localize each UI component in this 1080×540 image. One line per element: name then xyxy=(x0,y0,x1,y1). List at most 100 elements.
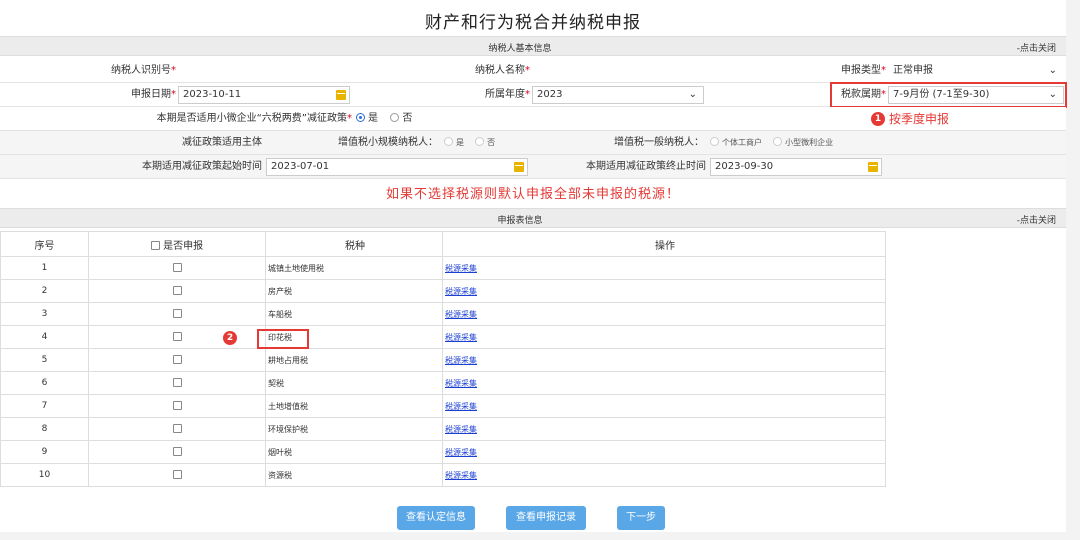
collect-source-link[interactable]: 税源采集 xyxy=(445,310,477,319)
select-all-checkbox[interactable] xyxy=(150,240,160,250)
collect-source-link[interactable]: 税源采集 xyxy=(445,379,477,388)
table-header-row: 序号 是否申报 税种 操作 xyxy=(0,231,886,257)
section-declaration-label: 申报表信息 xyxy=(497,216,543,226)
header-tax: 税种 xyxy=(265,231,443,257)
row-op-cell: 税源采集 xyxy=(442,440,886,464)
policy-question-label: 本期是否适用小微企业“六税两费”减征政策* xyxy=(156,113,352,124)
header-no: 序号 xyxy=(0,231,89,257)
collect-source-link[interactable]: 税源采集 xyxy=(445,425,477,434)
view-records-button[interactable]: 查看申报记录 xyxy=(506,506,586,530)
row-declare-cell xyxy=(88,256,266,280)
taxpayer-id-label: 纳税人识别号* xyxy=(111,65,176,76)
row-no: 6 xyxy=(0,371,89,395)
vat-small-no-radio[interactable] xyxy=(475,137,485,146)
year-select[interactable]: 2023 ⌄ xyxy=(532,86,704,104)
view-cert-button[interactable]: 查看认定信息 xyxy=(397,506,475,530)
row-op-cell: 税源采集 xyxy=(442,348,886,372)
row-declare-cell xyxy=(88,279,266,303)
opt-individual-radio[interactable] xyxy=(710,137,719,146)
report-date-input[interactable]: 2023-10-11 xyxy=(178,86,350,104)
policy-no-radio[interactable] xyxy=(390,113,400,122)
start-time-label: 本期适用减征政策起始时间 xyxy=(142,161,262,172)
table-row: 3 车船税 税源采集 xyxy=(0,302,886,326)
row-tax-type: 土地增值税 xyxy=(265,394,443,418)
collect-source-link[interactable]: 税源采集 xyxy=(445,333,477,342)
row-tax-type: 契税 xyxy=(265,371,443,395)
chevron-down-icon: ⌄ xyxy=(688,89,697,100)
collect-source-link[interactable]: 税源采集 xyxy=(445,448,477,457)
table-row: 4 印花税 税源采集 xyxy=(0,325,886,349)
start-time-input[interactable]: 2023-07-01 xyxy=(266,158,528,176)
next-button[interactable]: 下一步 xyxy=(617,506,665,530)
tax-table: 序号 是否申报 税种 操作 1 城镇土地使用税 税源采集 2 房产税 税源采集 3 车船税 税源… xyxy=(0,231,886,487)
row-op-cell: 税源采集 xyxy=(442,256,886,280)
basic-row-1: 纳税人识别号* 纳税人名称* 申报类型* 正常申报 ⌄ xyxy=(0,59,1066,83)
annotation-quarterly-note: 按季度申报 xyxy=(889,112,950,126)
row-op-cell: 税源采集 xyxy=(442,371,886,395)
report-date-label: 申报日期* xyxy=(131,89,176,100)
policy-yes-radio[interactable] xyxy=(356,113,365,122)
collect-source-link[interactable]: 税源采集 xyxy=(445,402,477,411)
row-declare-cell xyxy=(88,417,266,441)
taxpayer-name-label: 纳税人名称* xyxy=(475,65,530,76)
row-op-cell: 税源采集 xyxy=(442,325,886,349)
row-checkbox[interactable] xyxy=(172,400,182,410)
row-declare-cell xyxy=(88,463,266,487)
policy-radio-group: 是 否 xyxy=(356,107,436,131)
notice-text: 如果不选择税源则默认申报全部未申报的税源！ xyxy=(385,187,680,202)
row-tax-type: 资源税 xyxy=(265,463,443,487)
calendar-icon[interactable] xyxy=(514,162,524,172)
table-row: 6 契税 税源采集 xyxy=(0,371,886,395)
taxpayer-name-field[interactable] xyxy=(532,62,708,80)
section-basic-info-header: 纳税人基本信息 -点击关闭 xyxy=(0,36,1066,56)
collect-source-link[interactable]: 税源采集 xyxy=(445,264,477,273)
vat-small-yes-radio[interactable] xyxy=(444,137,453,146)
row-checkbox[interactable] xyxy=(172,354,182,364)
row-declare-cell xyxy=(88,371,266,395)
row-no: 5 xyxy=(0,348,89,372)
calendar-icon[interactable] xyxy=(868,162,878,172)
row-checkbox[interactable] xyxy=(172,377,182,387)
row-declare-cell xyxy=(88,394,266,418)
taxpayer-id-field[interactable] xyxy=(178,62,354,80)
row-declare-cell xyxy=(88,348,266,372)
section-basic-info-label: 纳税人基本信息 xyxy=(488,44,552,54)
row-tax-type: 车船税 xyxy=(265,302,443,326)
annotation-badge-1: 1 xyxy=(871,112,885,126)
section-declaration-header: 申报表信息 -点击关闭 xyxy=(0,208,1066,228)
row-checkbox[interactable] xyxy=(172,308,182,318)
collect-source-link[interactable]: 税源采集 xyxy=(445,287,477,296)
highlight-period-box xyxy=(830,82,1067,108)
table-row: 2 房产税 税源采集 xyxy=(0,279,886,303)
chevron-down-icon: ⌄ xyxy=(1048,65,1057,76)
row-checkbox[interactable] xyxy=(172,331,182,341)
row-checkbox[interactable] xyxy=(172,446,182,456)
page-title: 财产和行为税合并纳税申报 xyxy=(425,13,641,33)
opt-small-profit-radio[interactable] xyxy=(773,137,783,146)
row-checkbox[interactable] xyxy=(172,423,182,433)
row-no: 8 xyxy=(0,417,89,441)
policy-time-row: 本期适用减征政策起始时间 2023-07-01 本期适用减征政策终止时间 202… xyxy=(0,155,1066,179)
row-declare-cell xyxy=(88,302,266,326)
vat-general-label: 增值税一般纳税人： xyxy=(614,137,704,148)
row-no: 1 xyxy=(0,256,89,280)
section-basic-info-close[interactable]: -点击关闭 xyxy=(1017,41,1056,54)
vat-small-radio-group: 是 否 xyxy=(444,131,530,155)
report-type-select[interactable]: 正常申报 ⌄ xyxy=(888,62,1064,80)
highlight-stamp-tax-box xyxy=(257,329,309,349)
row-op-cell: 税源采集 xyxy=(442,302,886,326)
row-op-cell: 税源采集 xyxy=(442,417,886,441)
section-declaration-close[interactable]: -点击关闭 xyxy=(1017,213,1056,226)
collect-source-link[interactable]: 税源采集 xyxy=(445,471,477,480)
row-no: 2 xyxy=(0,279,89,303)
collect-source-link[interactable]: 税源采集 xyxy=(445,356,477,365)
policy-no-label: 否 xyxy=(402,113,413,124)
end-time-input[interactable]: 2023-09-30 xyxy=(710,158,882,176)
row-checkbox[interactable] xyxy=(172,469,182,479)
calendar-icon[interactable] xyxy=(336,90,346,100)
row-checkbox[interactable] xyxy=(172,285,182,295)
row-tax-type: 耕地占用税 xyxy=(265,348,443,372)
declaration-page: 财产和行为税合并纳税申报 纳税人基本信息 -点击关闭 纳税人识别号* 纳税人名称… xyxy=(0,0,1067,532)
row-checkbox[interactable] xyxy=(172,262,182,272)
table-row: 9 烟叶税 税源采集 xyxy=(0,440,886,464)
